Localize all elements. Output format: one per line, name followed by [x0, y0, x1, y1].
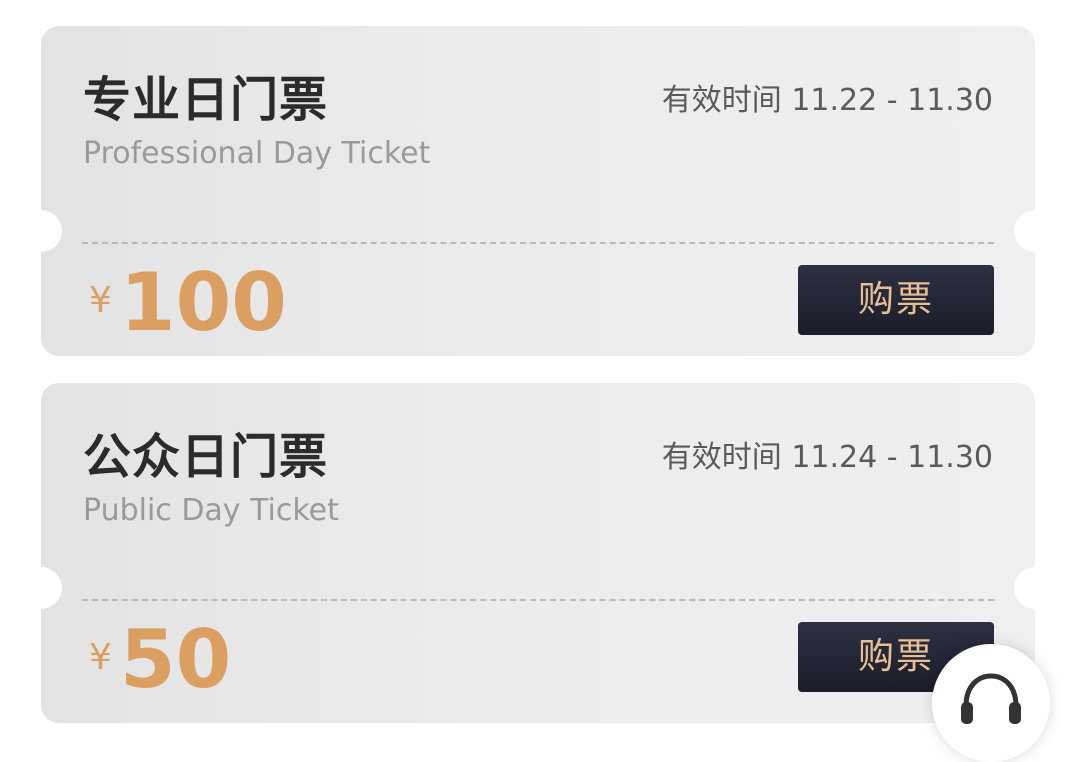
ticket-title: 公众日门票	[83, 429, 329, 485]
ticket-validity: 有效时间 11.24 - 11.30	[661, 440, 993, 475]
ticket-subtitle: Public Day Ticket	[83, 493, 339, 528]
ticket-card-professional: 专业日门票 Professional Day Ticket 有效时间 11.22…	[20, 26, 1056, 356]
dashed-divider	[82, 242, 994, 244]
customer-support-button[interactable]	[932, 644, 1050, 762]
headset-icon	[961, 673, 1021, 724]
price-amount: 50	[119, 613, 232, 706]
price-amount: 100	[119, 256, 287, 349]
ticket-price: ¥50	[89, 615, 231, 705]
ticket-notch-right	[1014, 210, 1056, 252]
ticket-notch-left	[20, 210, 62, 252]
currency-symbol: ¥	[89, 280, 112, 321]
ticket-notch-left	[20, 567, 62, 609]
ticket-price: ¥100	[89, 258, 287, 348]
ticket-title: 专业日门票	[83, 72, 329, 128]
ticket-card-public: 公众日门票 Public Day Ticket 有效时间 11.24 - 11.…	[20, 383, 1056, 723]
buy-ticket-button[interactable]: 购票	[798, 265, 994, 335]
dashed-divider	[82, 599, 994, 601]
ticket-subtitle: Professional Day Ticket	[83, 136, 431, 171]
ticket-notch-right	[1014, 567, 1056, 609]
currency-symbol: ¥	[89, 637, 112, 678]
ticket-validity: 有效时间 11.22 - 11.30	[661, 83, 993, 118]
